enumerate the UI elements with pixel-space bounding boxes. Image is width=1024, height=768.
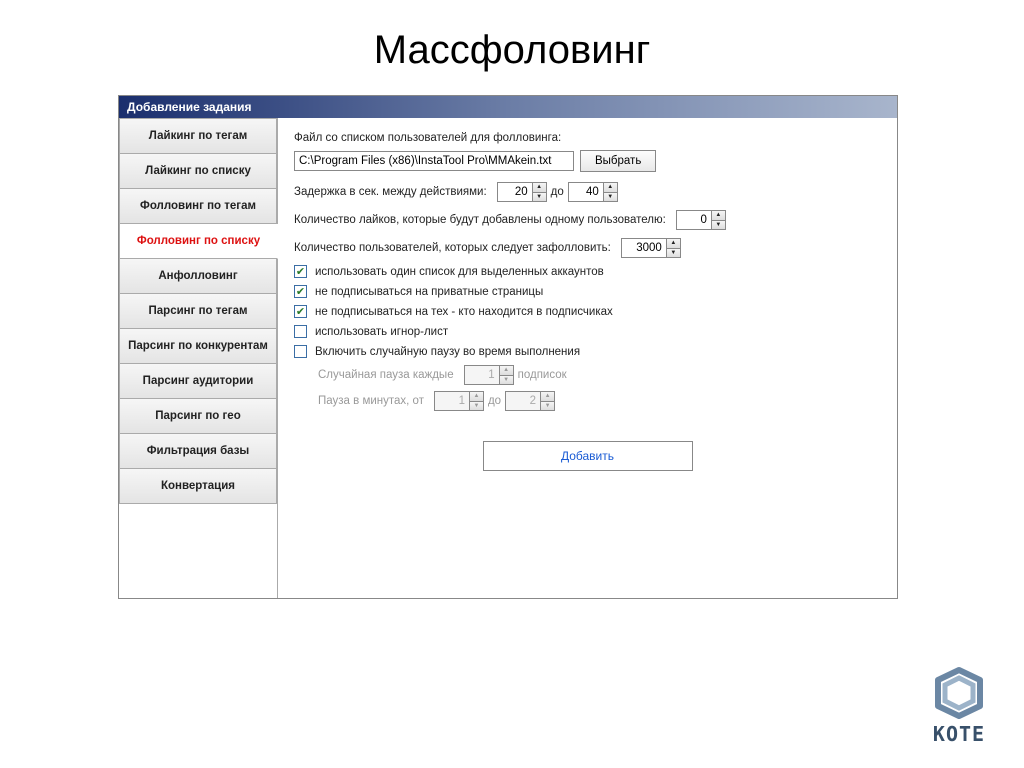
pause-min-label: Пауза в минутах, от	[318, 395, 424, 407]
delay-to-input[interactable]	[569, 183, 603, 201]
checkbox-label: использовать игнор-лист	[315, 326, 448, 338]
users-spinner[interactable]: ▲▼	[621, 238, 681, 258]
file-label: Файл со списком пользователей для фоллов…	[294, 132, 561, 144]
spinner-down-icon[interactable]: ▼	[533, 193, 546, 202]
delay-from-input[interactable]	[498, 183, 532, 201]
pause-every-input	[465, 366, 499, 384]
app-body: Лайкинг по тегам Лайкинг по списку Фолло…	[119, 118, 897, 598]
spinner-down-icon[interactable]: ▼	[712, 221, 725, 230]
sidebar-item-liking-list[interactable]: Лайкинг по списку	[119, 154, 277, 189]
spinner-up-icon: ▲	[541, 392, 554, 402]
delay-to-word: до	[551, 186, 564, 198]
likes-input[interactable]	[677, 211, 711, 229]
pause-to-word: до	[488, 395, 501, 407]
delay-label: Задержка в сек. между действиями:	[294, 186, 487, 198]
spinner-down-icon: ▼	[500, 376, 513, 385]
sidebar-item-following-tags[interactable]: Фолловинг по тегам	[119, 189, 277, 224]
checkbox-random-pause[interactable]	[294, 345, 307, 358]
random-pause-block: Случайная пауза каждые ▲▼ подписок Пауза…	[318, 365, 881, 411]
pause-every-spinner: ▲▼	[464, 365, 514, 385]
brand-text: KOTE	[928, 722, 990, 746]
spinner-down-icon[interactable]: ▼	[604, 193, 617, 202]
pause-every-label: Случайная пауза каждые	[318, 369, 454, 381]
form-panel: Файл со списком пользователей для фоллов…	[277, 118, 897, 598]
checkbox-no-followers[interactable]: ✔	[294, 305, 307, 318]
sidebar-item-filter-base[interactable]: Фильтрация базы	[119, 434, 277, 469]
checkbox-row-shared-list: ✔ использовать один список для выделенны…	[294, 265, 881, 278]
pause-from-input	[435, 392, 469, 410]
sidebar-item-parsing-competitors[interactable]: Парсинг по конкурентам	[119, 329, 277, 364]
checkbox-shared-list[interactable]: ✔	[294, 265, 307, 278]
sidebar-item-conversion[interactable]: Конвертация	[119, 469, 277, 504]
spinner-up-icon[interactable]: ▲	[667, 239, 680, 249]
spinner-down-icon: ▼	[541, 402, 554, 411]
checkbox-label: не подписываться на приватные страницы	[315, 286, 543, 298]
checkbox-no-private[interactable]: ✔	[294, 285, 307, 298]
checkbox-row-random-pause: Включить случайную паузу во время выполн…	[294, 345, 881, 358]
pause-to-spinner: ▲▼	[505, 391, 555, 411]
delay-from-spinner[interactable]: ▲▼	[497, 182, 547, 202]
app-window: Добавление задания Лайкинг по тегам Лайк…	[118, 95, 898, 599]
sidebar: Лайкинг по тегам Лайкинг по списку Фолло…	[119, 118, 277, 598]
sidebar-item-parsing-audience[interactable]: Парсинг аудитории	[119, 364, 277, 399]
likes-spinner[interactable]: ▲▼	[676, 210, 726, 230]
file-path-input[interactable]	[294, 151, 574, 171]
submit-button[interactable]: Добавить	[483, 441, 693, 471]
checkbox-row-ignore-list: использовать игнор-лист	[294, 325, 881, 338]
checkbox-ignore-list[interactable]	[294, 325, 307, 338]
spinner-up-icon: ▲	[500, 366, 513, 376]
sidebar-item-following-list[interactable]: Фолловинг по списку	[119, 224, 278, 259]
spinner-down-icon[interactable]: ▼	[667, 249, 680, 258]
checkbox-label: не подписываться на тех - кто находится …	[315, 306, 613, 318]
pause-to-input	[506, 392, 540, 410]
delay-to-spinner[interactable]: ▲▼	[568, 182, 618, 202]
sidebar-item-liking-tags[interactable]: Лайкинг по тегам	[119, 118, 277, 154]
spinner-down-icon: ▼	[470, 402, 483, 411]
spinner-up-icon: ▲	[470, 392, 483, 402]
spinner-up-icon[interactable]: ▲	[533, 183, 546, 193]
checkbox-label: Включить случайную паузу во время выполн…	[315, 346, 580, 358]
logo-icon	[928, 666, 990, 720]
checkbox-row-no-followers: ✔ не подписываться на тех - кто находитс…	[294, 305, 881, 318]
brand-logo: KOTE	[928, 666, 990, 746]
sidebar-item-unfollowing[interactable]: Анфолловинг	[119, 259, 277, 294]
spinner-up-icon[interactable]: ▲	[604, 183, 617, 193]
sidebar-item-parsing-geo[interactable]: Парсинг по гео	[119, 399, 277, 434]
window-titlebar: Добавление задания	[119, 96, 897, 118]
pause-every-suffix: подписок	[518, 369, 567, 381]
spinner-up-icon[interactable]: ▲	[712, 211, 725, 221]
sidebar-item-parsing-tags[interactable]: Парсинг по тегам	[119, 294, 277, 329]
browse-button[interactable]: Выбрать	[580, 150, 656, 172]
users-input[interactable]	[622, 239, 666, 257]
pause-from-spinner: ▲▼	[434, 391, 484, 411]
users-label: Количество пользователей, которых следуе…	[294, 242, 611, 254]
slide-title: Массфоловинг	[0, 0, 1024, 95]
checkbox-label: использовать один список для выделенных …	[315, 266, 604, 278]
checkbox-row-no-private: ✔ не подписываться на приватные страницы	[294, 285, 881, 298]
likes-label: Количество лайков, которые будут добавле…	[294, 214, 666, 226]
